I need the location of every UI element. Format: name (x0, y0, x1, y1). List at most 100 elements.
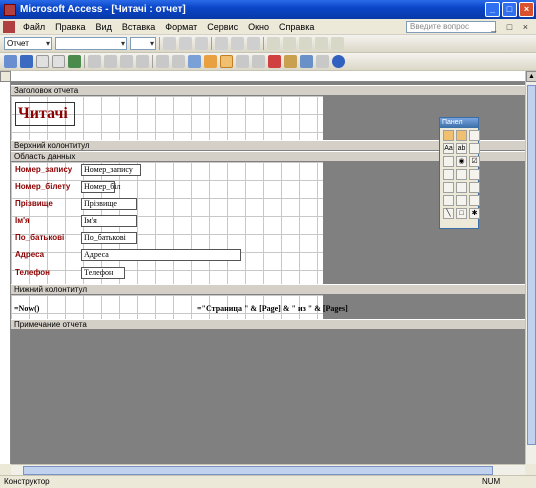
italic-icon[interactable] (179, 37, 192, 50)
properties-icon[interactable] (268, 55, 281, 68)
help-icon[interactable] (332, 55, 345, 68)
view-icon[interactable] (4, 55, 17, 68)
label-phone[interactable]: Телефон (15, 268, 50, 277)
hyperlink-icon[interactable] (188, 55, 201, 68)
menu-window[interactable]: Окно (243, 22, 274, 32)
page-break-icon[interactable] (443, 195, 454, 206)
tab-control-icon[interactable] (456, 195, 467, 206)
ruler-corner[interactable] (0, 71, 11, 82)
menu-edit[interactable]: Правка (50, 22, 90, 32)
list-box-icon[interactable] (456, 169, 467, 180)
horizontal-scroll-thumb[interactable] (23, 466, 493, 475)
detail-grid[interactable]: Номер_запису Номер_запису Номер_білету Н… (11, 162, 323, 284)
select-objects-icon[interactable] (443, 130, 454, 141)
new-object-icon[interactable] (316, 55, 329, 68)
report-header-grid[interactable]: Читачі (11, 96, 323, 140)
option-group-icon[interactable] (469, 143, 480, 154)
menu-help[interactable]: Справка (274, 22, 319, 32)
autoformat-icon[interactable] (236, 55, 249, 68)
toolbox-title[interactable]: Панел (440, 118, 478, 128)
section-report-header[interactable]: Заголовок отчета (11, 85, 525, 96)
label-patronymic[interactable]: По_батькові (15, 233, 64, 242)
toolbox-panel[interactable]: Панел Aa ab ◉ ☑ ╲ □ ✱ (439, 117, 480, 229)
spelling-icon[interactable] (68, 55, 81, 68)
footer-page-field[interactable]: ="Страница " & [Page] & " из " & [Pages] (197, 304, 348, 313)
unbound-object-icon[interactable] (456, 182, 467, 193)
build-icon[interactable] (284, 55, 297, 68)
page-footer-grid[interactable]: =Now() ="Страница " & [Page] & " из " & … (11, 295, 348, 319)
scroll-up-arrow-icon[interactable]: ▲ (526, 71, 536, 82)
combo-box-icon[interactable] (443, 169, 454, 180)
textbox-tool-icon[interactable]: ab (456, 143, 467, 154)
font-color-icon[interactable] (283, 37, 296, 50)
close-button[interactable]: × (519, 2, 534, 17)
subform-icon[interactable] (469, 195, 480, 206)
align-left-icon[interactable] (215, 37, 228, 50)
font-combo[interactable] (55, 37, 127, 50)
label-first-name[interactable]: Ім'я (15, 216, 30, 225)
command-button-icon[interactable] (469, 169, 480, 180)
field-surname[interactable]: Прізвище (81, 198, 137, 210)
vertical-scrollbar[interactable]: ▲ (525, 71, 536, 464)
bound-object-icon[interactable] (469, 182, 480, 193)
checkbox-tool-icon[interactable]: ☑ (469, 156, 480, 167)
footer-now-field[interactable]: =Now() (14, 304, 39, 313)
line-tool-icon[interactable]: ╲ (443, 208, 454, 219)
document-icon[interactable] (3, 20, 15, 33)
paste-icon[interactable] (120, 55, 133, 68)
section-report-footer[interactable]: Примечание отчета (11, 319, 525, 330)
cut-icon[interactable] (88, 55, 101, 68)
image-tool-icon[interactable] (443, 182, 454, 193)
maximize-button[interactable]: □ (502, 2, 517, 17)
line-width-icon[interactable] (315, 37, 328, 50)
label-record-number[interactable]: Номер_запису (15, 165, 72, 174)
redo-icon[interactable] (172, 55, 185, 68)
object-combo[interactable]: Отчет (4, 37, 52, 50)
bold-icon[interactable] (163, 37, 176, 50)
menu-file[interactable]: Файл (18, 22, 50, 32)
special-effect-icon[interactable] (331, 37, 344, 50)
field-phone[interactable]: Телефон (81, 267, 125, 279)
field-address[interactable]: Адреса (81, 249, 241, 261)
minimize-button[interactable]: _ (485, 2, 500, 17)
help-question-input[interactable]: Введите вопрос (406, 21, 496, 33)
print-preview-icon[interactable] (52, 55, 65, 68)
label-ticket-number[interactable]: Номер_білету (15, 182, 70, 191)
fill-color-icon[interactable] (267, 37, 280, 50)
menu-tools[interactable]: Сервис (202, 22, 243, 32)
line-color-icon[interactable] (299, 37, 312, 50)
menu-view[interactable]: Вид (91, 22, 117, 32)
toolbox-icon[interactable] (220, 55, 233, 68)
font-size-combo[interactable] (130, 37, 156, 50)
field-list-icon[interactable] (204, 55, 217, 68)
more-controls-icon[interactable]: ✱ (469, 208, 480, 219)
underline-icon[interactable] (195, 37, 208, 50)
field-record-number[interactable]: Номер_запису (81, 164, 141, 176)
control-wizards-icon[interactable] (456, 130, 467, 141)
copy-icon[interactable] (104, 55, 117, 68)
rectangle-tool-icon[interactable]: □ (456, 208, 467, 219)
field-patronymic[interactable]: По_батькові (81, 232, 137, 244)
field-ticket-number[interactable]: Номер_біл (81, 181, 121, 193)
label-address[interactable]: Адреса (15, 250, 44, 259)
align-center-icon[interactable] (231, 37, 244, 50)
vertical-ruler[interactable] (0, 82, 11, 464)
option-button-icon[interactable]: ◉ (456, 156, 467, 167)
align-right-icon[interactable] (247, 37, 260, 50)
print-icon[interactable] (36, 55, 49, 68)
menu-format[interactable]: Формат (160, 22, 202, 32)
horizontal-scrollbar[interactable] (11, 464, 525, 475)
label-surname[interactable]: Прізвище (15, 199, 53, 208)
report-title-label[interactable]: Читачі (15, 102, 75, 126)
vertical-scroll-thumb[interactable] (527, 85, 536, 445)
horizontal-ruler[interactable] (11, 71, 525, 82)
save-icon[interactable] (20, 55, 33, 68)
access-app-icon[interactable] (4, 3, 16, 16)
section-page-footer[interactable]: Нижний колонтитул (11, 284, 525, 295)
format-painter-icon[interactable] (136, 55, 149, 68)
toggle-button-icon[interactable] (443, 156, 454, 167)
document-window-controls[interactable]: _ □ × (491, 22, 532, 32)
menu-insert[interactable]: Вставка (117, 22, 160, 32)
code-icon[interactable] (252, 55, 265, 68)
database-window-icon[interactable] (300, 55, 313, 68)
